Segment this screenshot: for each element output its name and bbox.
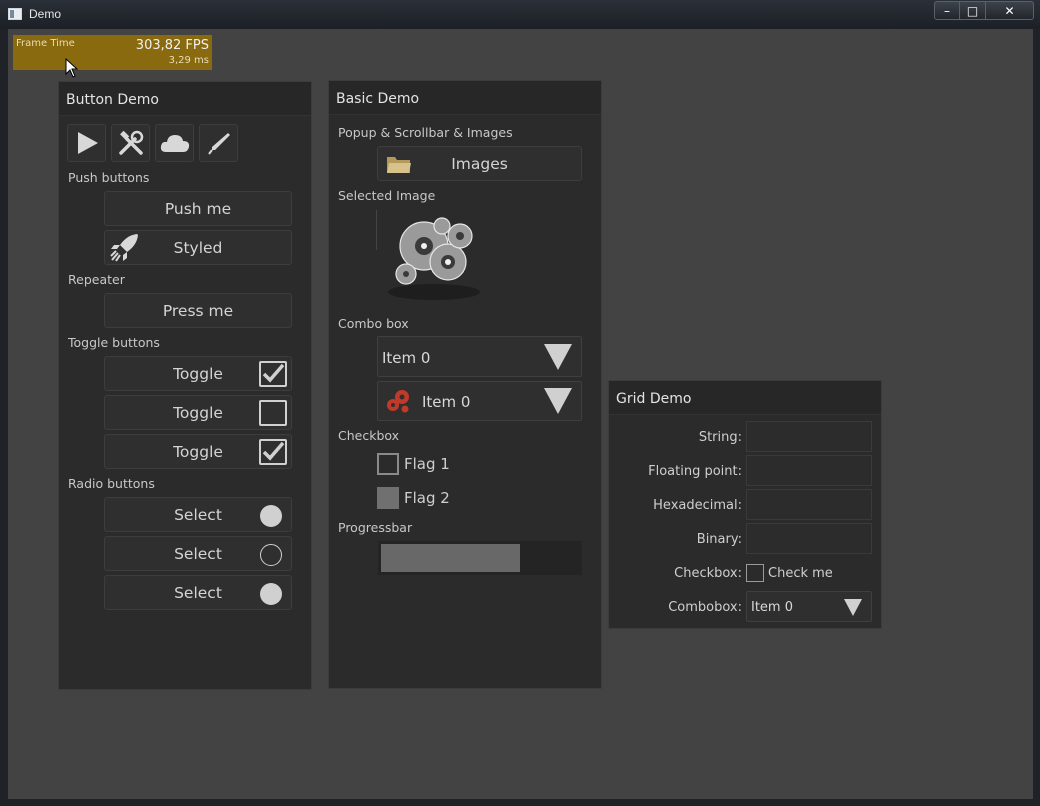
hexadecimal-label: Hexadecimal: <box>653 498 742 513</box>
checked-icon <box>259 439 287 465</box>
binary-label: Binary: <box>696 532 742 547</box>
selected-image-label: Selected Image <box>338 188 436 203</box>
grid-combobox[interactable]: Item 0 <box>746 591 872 622</box>
fps-value: 303,82 FPS <box>135 38 209 53</box>
tools-icon <box>118 130 143 155</box>
styled-button[interactable]: Styled <box>104 230 292 265</box>
unchecked-box-icon <box>377 453 399 475</box>
panel-title: Grid Demo <box>609 381 881 415</box>
dropdown-arrow-icon <box>544 388 572 414</box>
combo-box-label: Combo box <box>338 316 409 331</box>
progress-fill <box>381 544 520 572</box>
flag1-checkbox[interactable]: Flag 1 <box>377 452 467 478</box>
toggle-button-2[interactable]: Toggle <box>104 395 292 430</box>
combo-value: Item 0 <box>382 349 431 367</box>
pen-icon <box>207 133 230 155</box>
combo-box-1[interactable]: Item 0 <box>377 336 582 377</box>
play-icon <box>77 132 98 154</box>
app-icon <box>8 8 22 20</box>
panel-title: Button Demo <box>59 82 311 116</box>
frame-time-overlay: Frame Time 303,82 FPS 3,29 ms <box>13 35 212 70</box>
gears-image <box>388 217 480 300</box>
flag1-label: Flag 1 <box>404 455 450 473</box>
checkbox-row-label: Checkbox: <box>674 566 742 581</box>
close-button[interactable]: ✕ <box>986 1 1034 20</box>
radio-filled-icon <box>260 583 282 605</box>
checkbox-label: Checkbox <box>338 428 400 443</box>
filled-box-icon <box>377 487 399 509</box>
check-me-label: Check me <box>768 566 833 581</box>
radio-filled-icon <box>260 505 282 527</box>
push-me-button[interactable]: Push me <box>104 191 292 226</box>
progressbar-label: Progressbar <box>338 520 413 535</box>
title-bar[interactable]: Demo – □ ✕ <box>0 0 1040 29</box>
string-input[interactable] <box>746 421 872 452</box>
floating-point-label: Floating point: <box>648 464 742 479</box>
images-button[interactable]: Images <box>377 146 582 181</box>
dropdown-arrow-icon <box>544 344 572 370</box>
press-me-button[interactable]: Press me <box>104 293 292 328</box>
ms-value: 3,29 ms <box>168 55 209 66</box>
combo-value: Item 0 <box>751 600 793 615</box>
toggle-button-3[interactable]: Toggle <box>104 434 292 469</box>
flag2-checkbox[interactable]: Flag 2 <box>377 486 467 512</box>
cloud-button[interactable] <box>155 124 194 162</box>
combo-box-2[interactable]: Item 0 <box>377 381 582 421</box>
toggle-button-1[interactable]: Toggle <box>104 356 292 391</box>
unchecked-box-icon <box>746 564 764 582</box>
string-label: String: <box>698 430 742 445</box>
radio-empty-icon <box>260 544 282 566</box>
radio-button-1[interactable]: Select <box>104 497 292 532</box>
minimize-button[interactable]: – <box>934 1 960 20</box>
pen-button[interactable] <box>199 124 238 162</box>
popup-label: Popup & Scrollbar & Images <box>338 125 513 140</box>
press-me-label: Press me <box>162 301 234 320</box>
radio-buttons-label: Radio buttons <box>68 476 155 491</box>
styled-label: Styled <box>173 238 223 257</box>
hexadecimal-input[interactable] <box>746 489 872 520</box>
radio-button-3[interactable]: Select <box>104 575 292 610</box>
toggle-buttons-label: Toggle buttons <box>68 335 160 350</box>
image-divider <box>376 210 377 250</box>
dropdown-arrow-icon <box>844 599 862 616</box>
repeater-label: Repeater <box>68 272 125 287</box>
maximize-button[interactable]: □ <box>960 1 986 20</box>
floating-point-input[interactable] <box>746 455 872 486</box>
panel-title: Basic Demo <box>329 81 601 115</box>
combo-value: Item 0 <box>422 393 471 411</box>
checked-icon <box>259 361 287 387</box>
images-label: Images <box>451 154 508 173</box>
combobox-row-label: Combobox: <box>668 600 742 615</box>
push-me-label: Push me <box>164 199 232 218</box>
push-buttons-label: Push buttons <box>68 170 150 185</box>
flag2-label: Flag 2 <box>404 489 450 507</box>
radio-button-2[interactable]: Select <box>104 536 292 571</box>
frame-time-label: Frame Time <box>16 38 75 49</box>
check-me-checkbox[interactable]: Check me <box>746 563 856 583</box>
tools-button[interactable] <box>111 124 150 162</box>
progress-bar[interactable] <box>378 541 582 575</box>
play-button[interactable] <box>67 124 106 162</box>
cloud-icon <box>160 135 189 152</box>
unchecked-icon <box>259 400 287 426</box>
gears-red-icon <box>387 390 409 413</box>
binary-input[interactable] <box>746 523 872 554</box>
window-title: Demo <box>29 7 62 21</box>
